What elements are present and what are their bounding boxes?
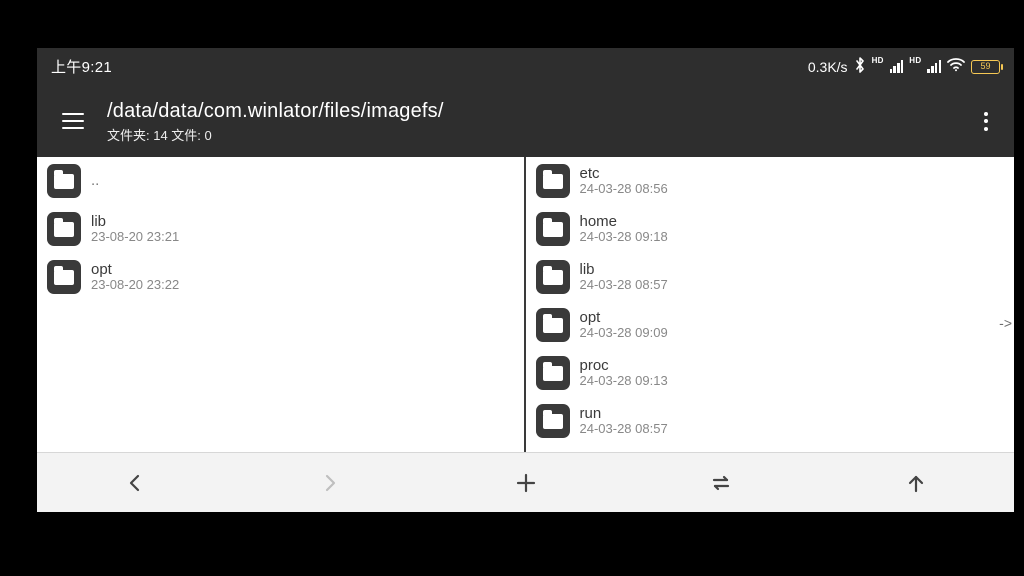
- list-item-text: proc24-03-28 09:13: [580, 357, 668, 390]
- list-item-text: lib24-03-28 08:57: [580, 261, 668, 294]
- status-right-cluster: 0.3K/s HD HD 59: [808, 57, 1000, 77]
- list-item-text: etc24-03-28 08:56: [580, 165, 668, 198]
- add-button[interactable]: [428, 453, 623, 512]
- network-speed: 0.3K/s: [808, 59, 848, 75]
- forward-button[interactable]: [232, 453, 427, 512]
- signal-icon-2: [927, 60, 941, 73]
- signal-icon-1: [890, 60, 904, 73]
- folder-icon: [536, 308, 570, 342]
- up-button[interactable]: [819, 453, 1014, 512]
- item-name: etc: [580, 165, 668, 182]
- item-date: 23-08-20 23:22: [91, 278, 179, 293]
- item-name: home: [580, 213, 668, 230]
- list-item-text: opt24-03-28 09:09: [580, 309, 668, 342]
- item-date: 24-03-28 09:09: [580, 326, 668, 341]
- hd-label-1: HD: [872, 56, 884, 65]
- right-pane[interactable]: etc24-03-28 08:56home24-03-28 09:18lib24…: [526, 157, 1015, 452]
- folder-icon: [536, 260, 570, 294]
- item-date: 23-08-20 23:21: [91, 230, 179, 245]
- list-item-text: opt23-08-20 23:22: [91, 261, 179, 294]
- folder-summary: 文件夹: 14 文件: 0: [107, 125, 966, 144]
- list-item-text: ..: [91, 172, 99, 189]
- list-item[interactable]: opt24-03-28 09:09: [526, 301, 1015, 349]
- item-date: 24-03-28 08:57: [580, 422, 668, 437]
- item-name: opt: [91, 261, 179, 278]
- list-item[interactable]: ..: [37, 157, 524, 205]
- menu-button[interactable]: [53, 101, 93, 141]
- folder-icon: [47, 212, 81, 246]
- bluetooth-icon: [854, 57, 866, 77]
- list-item-text: home24-03-28 09:18: [580, 213, 668, 246]
- item-name: ..: [91, 172, 99, 189]
- item-date: 24-03-28 09:18: [580, 230, 668, 245]
- item-date: 24-03-28 08:56: [580, 182, 668, 197]
- folder-icon: [536, 212, 570, 246]
- wifi-icon: [947, 58, 965, 76]
- folder-icon: [47, 260, 81, 294]
- battery-icon: 59: [971, 60, 1000, 74]
- item-date: 24-03-28 08:57: [580, 278, 668, 293]
- folder-icon: [536, 356, 570, 390]
- list-item-text: run24-03-28 08:57: [580, 405, 668, 438]
- list-item[interactable]: etc24-03-28 08:56: [526, 157, 1015, 205]
- list-item[interactable]: run24-03-28 08:57: [526, 397, 1015, 445]
- list-item[interactable]: proc24-03-28 09:13: [526, 349, 1015, 397]
- folder-icon: [536, 164, 570, 198]
- screen: 上午9:21 0.3K/s HD HD 59: [37, 48, 1014, 512]
- item-name: lib: [91, 213, 179, 230]
- status-bar: 上午9:21 0.3K/s HD HD 59: [37, 48, 1014, 85]
- list-item-text: lib23-08-20 23:21: [91, 213, 179, 246]
- item-name: run: [580, 405, 668, 422]
- status-time: 上午9:21: [51, 56, 112, 77]
- item-name: opt: [580, 309, 668, 326]
- overflow-menu-button[interactable]: [966, 101, 1006, 141]
- item-name: lib: [580, 261, 668, 278]
- list-item[interactable]: opt23-08-20 23:22: [37, 253, 524, 301]
- battery-level: 59: [980, 62, 990, 71]
- folder-icon: [47, 164, 81, 198]
- dual-pane-area: ..lib23-08-20 23:21opt23-08-20 23:22 etc…: [37, 157, 1014, 452]
- transfer-button[interactable]: [623, 453, 818, 512]
- folder-icon: [536, 404, 570, 438]
- left-pane[interactable]: .. lib23-08-20 23:21 opt23-08-20 23:22: [37, 157, 526, 452]
- hamburger-icon: [62, 113, 84, 129]
- item-name: proc: [580, 357, 668, 374]
- app-bar: /data/data/com.winlator/files/imagefs/ 文…: [37, 85, 1014, 157]
- list-item[interactable]: home24-03-28 09:18: [526, 205, 1015, 253]
- list-item[interactable]: lib23-08-20 23:21: [37, 205, 524, 253]
- appbar-title-area[interactable]: /data/data/com.winlator/files/imagefs/ 文…: [107, 99, 966, 144]
- hd-label-2: HD: [909, 56, 921, 65]
- list-item[interactable]: lib24-03-28 08:57: [526, 253, 1015, 301]
- item-date: 24-03-28 09:13: [580, 374, 668, 389]
- current-path: /data/data/com.winlator/files/imagefs/: [107, 99, 966, 123]
- back-button[interactable]: [37, 453, 232, 512]
- bottom-toolbar: [37, 452, 1014, 512]
